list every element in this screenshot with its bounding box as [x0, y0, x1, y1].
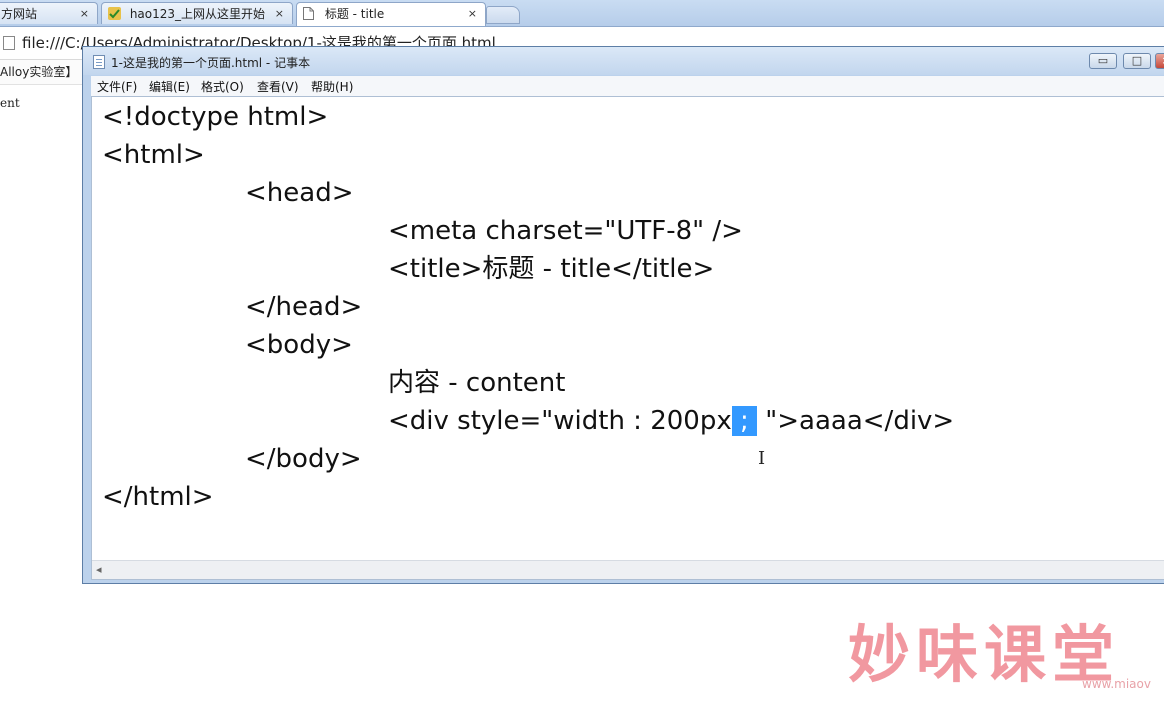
code-line: <title>标题 - title</title> [388, 254, 715, 284]
tab-bar: 方网站 × hao123_上网从这里开始 × 标题 - title × [0, 0, 1164, 27]
tab-label: 方网站 [1, 7, 38, 21]
menu-help[interactable]: 帮助(H) [311, 78, 353, 95]
code-line: 内容 - content [388, 368, 566, 398]
bookmark-item[interactable]: Alloy实验室】 H [0, 63, 90, 80]
menu-view[interactable]: 查看(V) [257, 78, 299, 95]
minimize-button[interactable]: ▭ [1089, 53, 1117, 69]
code-line: </body> [245, 444, 362, 474]
code-line: <head> [245, 178, 354, 208]
tab-label: hao123_上网从这里开始 [129, 7, 266, 21]
hao123-icon [108, 5, 121, 20]
scroll-left-icon[interactable]: ◂ [96, 563, 102, 576]
page-icon [3, 36, 15, 50]
text-editor[interactable]: <!doctype html> <html> <head> <meta char… [91, 96, 1164, 580]
page-content-text: ent [0, 96, 20, 110]
tab-close-icon[interactable]: × [468, 3, 477, 25]
notepad-window: 1-这是我的第一个页面.html - 记事本 ▭ □ × 文件(F) 编辑(E)… [82, 46, 1164, 584]
menu-file[interactable]: 文件(F) [97, 78, 137, 95]
code-line: </html> [102, 482, 214, 512]
code-line: <body> [245, 330, 353, 360]
watermark-url: www.miaov [1082, 677, 1151, 691]
notepad-titlebar[interactable]: 1-这是我的第一个页面.html - 记事本 ▭ □ × [83, 47, 1164, 75]
maximize-button[interactable]: □ [1123, 53, 1151, 69]
window-title: 1-这是我的第一个页面.html - 记事本 [111, 56, 311, 70]
code-text: ">aaaa</div> [757, 406, 955, 436]
page-icon [303, 5, 316, 20]
tab-close-icon[interactable]: × [275, 3, 284, 24]
code-line: <div style="width : 200px ; ">aaaa</div> [388, 405, 954, 437]
tab-title[interactable]: 标题 - title × [296, 2, 486, 26]
menu-format[interactable]: 格式(O) [201, 78, 244, 95]
horizontal-scrollbar[interactable]: ◂ [92, 560, 1164, 579]
close-button[interactable]: × [1155, 53, 1164, 69]
notepad-icon [93, 55, 105, 69]
code-line: <meta charset="UTF-8" /> [388, 216, 743, 246]
text-cursor-icon: I [758, 448, 766, 469]
watermark-logo: 妙味课堂 [848, 618, 1121, 691]
code-line: </head> [245, 292, 363, 322]
tab-close-icon[interactable]: × [80, 3, 89, 24]
tab-hao123[interactable]: hao123_上网从这里开始 × [101, 2, 293, 24]
tab-site[interactable]: 方网站 × [0, 2, 98, 24]
code-line: <html> [102, 140, 205, 170]
new-tab-button[interactable] [486, 6, 520, 24]
menu-edit[interactable]: 编辑(E) [149, 78, 190, 95]
menu-bar: 文件(F) 编辑(E) 格式(O) 查看(V) 帮助(H) [91, 76, 1164, 96]
tab-label: 标题 - title [324, 7, 385, 21]
code-text: <div style="width : 200px [388, 406, 732, 436]
code-line: <!doctype html> [102, 102, 329, 132]
text-selection[interactable]: ; [731, 406, 758, 436]
